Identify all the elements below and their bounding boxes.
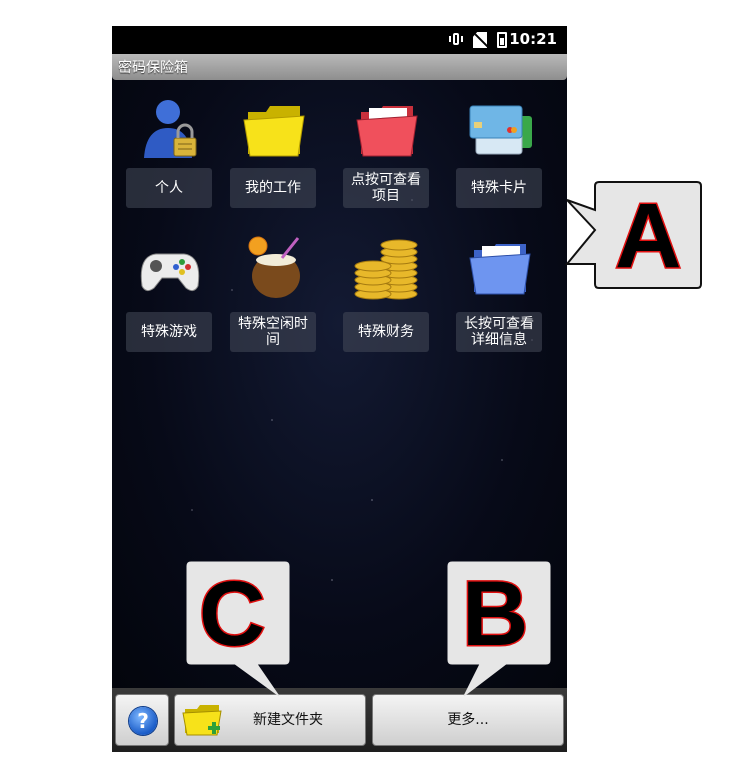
help-icon: ? xyxy=(129,707,157,735)
folder-label: 点按可查看 项目 xyxy=(343,168,429,208)
new-folder-label: 新建文件夹 xyxy=(253,712,323,728)
credit-cards-icon xyxy=(469,105,532,155)
vibrate-icon xyxy=(449,32,463,48)
red-folder-icon xyxy=(356,106,418,157)
callout-b-letter: B xyxy=(460,563,529,666)
folder-label: 我的工作 xyxy=(230,168,316,208)
app-title-bar: 密码保险箱 xyxy=(112,54,567,80)
folder-label: 长按可查看 详细信息 xyxy=(456,312,542,352)
status-bar: 10:21 xyxy=(112,26,567,54)
callout-a: A xyxy=(564,180,705,290)
folder-label: 特殊卡片 xyxy=(456,168,542,208)
clock: 10:21 xyxy=(509,30,557,48)
folder-label: 特殊游戏 xyxy=(126,312,212,352)
new-folder-icon xyxy=(182,705,222,736)
callout-c: C xyxy=(185,560,291,700)
folder-label: 特殊空闲时间 xyxy=(230,312,316,352)
yellow-folder-icon xyxy=(243,106,305,157)
help-button[interactable]: ? xyxy=(115,694,169,746)
folder-label: 个人 xyxy=(126,168,212,208)
callout-b: B xyxy=(446,560,552,700)
no-sim-icon xyxy=(473,32,487,48)
coins-icon xyxy=(354,239,418,300)
callout-c-letter: C xyxy=(197,563,266,666)
gamepad-icon xyxy=(140,253,200,292)
blue-folder-icon xyxy=(469,244,531,295)
folder-label: 特殊财务 xyxy=(343,312,429,352)
app-title: 密码保险箱 xyxy=(118,60,188,76)
more-label: 更多... xyxy=(447,712,489,728)
user-lock-icon xyxy=(144,100,197,158)
callout-a-letter: A xyxy=(613,185,682,288)
new-folder-button[interactable]: 新建文件夹 xyxy=(174,694,366,746)
more-button[interactable]: 更多... xyxy=(372,694,564,746)
coconut-drink-icon xyxy=(248,236,300,298)
battery-icon xyxy=(497,32,507,48)
